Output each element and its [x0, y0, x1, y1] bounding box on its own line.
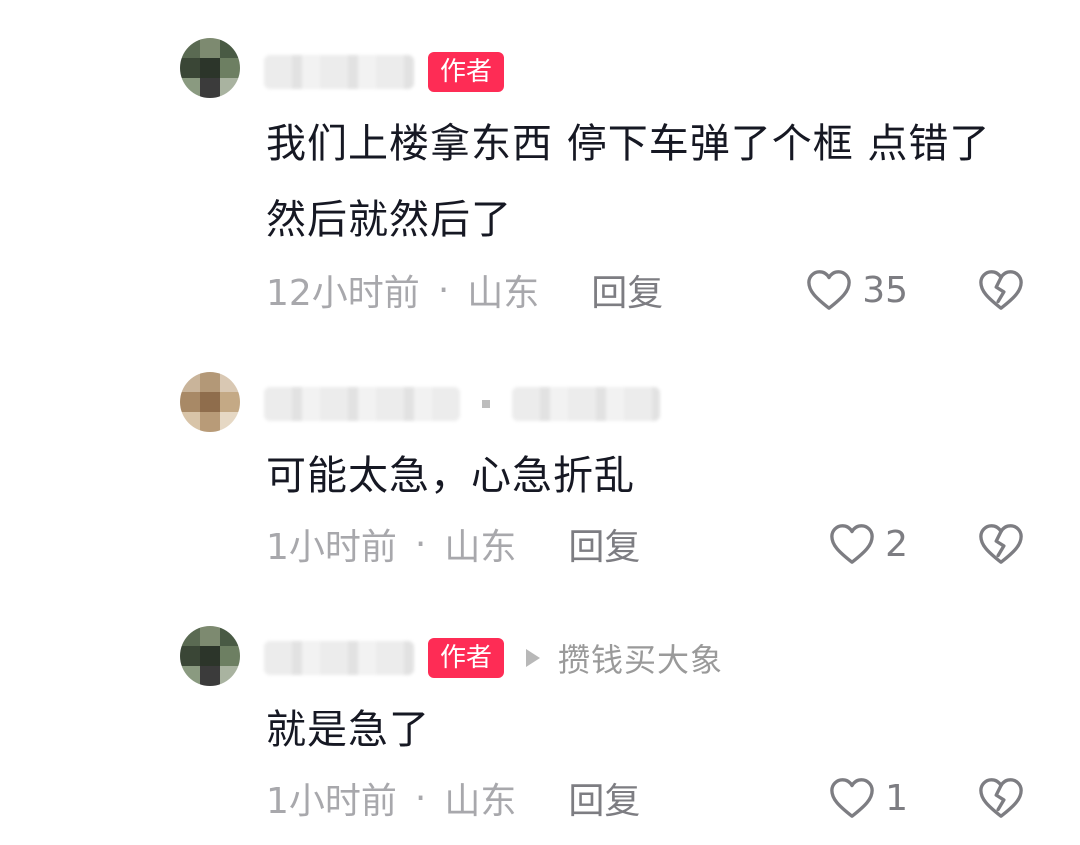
comment-location: 山东 — [444, 781, 517, 822]
comment-header: 作者 攒钱买大象 — [264, 636, 723, 680]
reply-button[interactable]: 回复 — [568, 518, 640, 570]
comment-meta: 12小时前 · 山东 回复 — [266, 262, 663, 318]
heart-outline-icon — [830, 524, 874, 564]
reply-target-name[interactable]: 攒钱买大象 — [558, 635, 723, 681]
like-count: 35 — [862, 269, 908, 311]
like-button[interactable]: 2 — [829, 516, 908, 572]
like-button[interactable]: 1 — [829, 770, 908, 826]
broken-heart-icon — [979, 778, 1023, 818]
dislike-button[interactable] — [978, 262, 1024, 318]
comment-header — [264, 382, 660, 426]
author-badge: 作者 — [428, 52, 505, 92]
heart-outline-icon — [807, 270, 851, 310]
comment-text: 我们上楼拿东西 停下车弹了个框 点错了 然后就然后了 — [266, 121, 991, 243]
avatar[interactable] — [180, 372, 240, 432]
avatar[interactable] — [180, 626, 240, 686]
comment-location: 山东 — [467, 273, 540, 314]
comment-time: 1小时前 — [266, 781, 397, 822]
reply-arrow-icon — [526, 649, 541, 667]
comment-location: 山东 — [444, 527, 517, 568]
username-blurred[interactable] — [264, 55, 414, 89]
meta-separator: · — [437, 269, 450, 311]
reply-indicator-icon — [482, 400, 490, 408]
comment-text: 就是急了 — [266, 707, 430, 753]
comment-header: 作者 — [264, 50, 505, 94]
comment-time: 1小时前 — [266, 527, 397, 568]
username-blurred[interactable] — [264, 641, 414, 675]
like-button[interactable]: 35 — [806, 262, 908, 318]
broken-heart-icon — [979, 270, 1023, 310]
broken-heart-icon — [979, 524, 1023, 564]
comment-meta: 1小时前 · 山东 回复 — [266, 770, 640, 826]
username-blurred[interactable] — [264, 387, 460, 421]
heart-outline-icon — [830, 778, 874, 818]
reply-button[interactable]: 回复 — [591, 264, 663, 316]
comment-text: 可能太急，心急折乱 — [266, 453, 635, 499]
comment-time: 12小时前 — [266, 273, 420, 314]
dislike-button[interactable] — [978, 770, 1024, 826]
like-count: 2 — [885, 523, 908, 565]
author-badge: 作者 — [428, 638, 505, 678]
reply-button[interactable]: 回复 — [568, 772, 640, 824]
meta-separator: · — [414, 523, 427, 565]
like-count: 1 — [885, 777, 908, 819]
dislike-button[interactable] — [978, 516, 1024, 572]
comment-meta: 1小时前 · 山东 回复 — [266, 516, 640, 572]
avatar[interactable] — [180, 38, 240, 98]
reply-target-blurred[interactable] — [512, 387, 660, 421]
meta-separator: · — [414, 777, 427, 819]
